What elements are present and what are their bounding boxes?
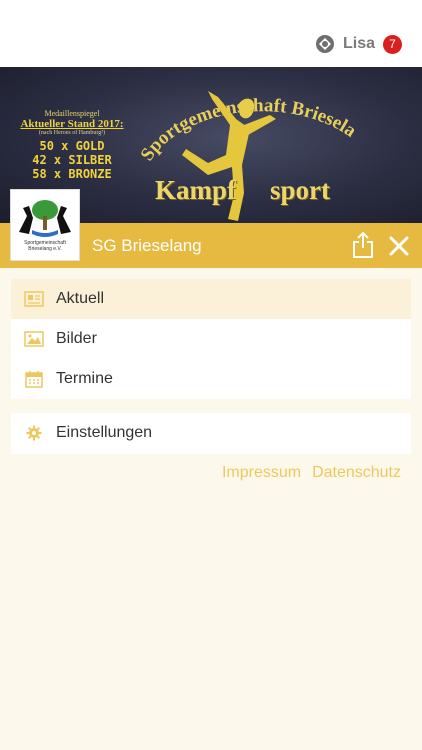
settings-menu: Einstellungen [11,413,411,454]
club-logo-emblem-icon [19,200,71,237]
banner-kampf-text: Kampf [155,175,236,205]
club-logo-line2: Brieselang e.V. [28,246,62,252]
medal-bronze: 58 x BRONZE [32,167,112,181]
app-title: SG Brieselang [92,236,202,255]
club-logo: Sportgemeinschaft Brieselang e.V. [10,189,80,261]
image-icon [24,329,44,349]
close-icon[interactable] [388,235,410,257]
club-badge-icon [315,35,334,53]
medal-summary: Medaillenspiegel Aktueller Stand 2017: (… [8,109,136,181]
impressum-link[interactable]: Impressum [222,464,301,482]
medal-gold: 50 x GOLD [39,139,105,153]
menu-label-einstellungen: Einstellungen [56,424,153,441]
medal-source: (nach Heroes of Hamburg²) [38,130,106,136]
medal-stand: Aktueller Stand 2017: [20,118,124,130]
menu-label-aktuell: Aktuell [56,290,105,307]
menu-item-termine[interactable]: Termine [11,359,411,399]
notification-badge[interactable]: 7 [383,34,402,54]
medal-title: Medaillenspiegel [44,109,100,118]
top-bar: Lisa 7 [0,0,422,67]
user-name[interactable]: Lisa [343,35,375,53]
main-menu: Aktuell Bilder Termine [11,279,411,399]
share-icon[interactable] [351,231,375,259]
user-menu[interactable]: Lisa 7 [315,33,402,55]
banner-sport-text: sport [270,175,330,205]
news-icon [24,289,44,309]
menu-item-bilder[interactable]: Bilder [11,319,411,359]
menu-item-aktuell[interactable]: Aktuell [11,279,411,319]
menu-item-einstellungen[interactable]: Einstellungen [11,413,411,453]
medal-silver: 42 x SILBER [32,153,112,167]
menu-label-bilder: Bilder [56,330,97,347]
datenschutz-link[interactable]: Datenschutz [312,464,401,482]
menu-label-termine: Termine [56,370,113,387]
footer-links: Impressum Datenschutz [222,464,401,482]
gear-icon [24,423,44,443]
calendar-icon [24,369,44,389]
